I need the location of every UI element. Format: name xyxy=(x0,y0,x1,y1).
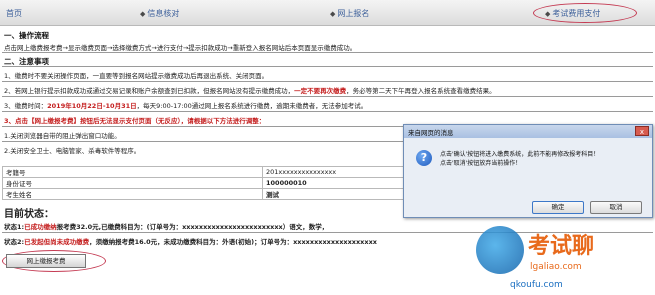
diamond-icon: ◆ xyxy=(140,10,146,18)
status-1-label: 状态1: xyxy=(4,223,25,231)
pay-exam-fee-button[interactable]: 网上缴报考费 xyxy=(6,254,86,268)
nav-pay-label: 考试费用支付 xyxy=(552,9,601,18)
note-2: 2、若网上银行提示扣款成功或通过交易记录和账户余额查到已扣款，但报名网站没有提示… xyxy=(4,85,651,95)
diamond-icon: ◆ xyxy=(545,10,551,18)
note-2-text-a: 2、若网上银行提示扣款成功或通过交易记录和账户余额查到已扣款，但报名网站没有提示… xyxy=(4,87,295,95)
status-1-text: 报考费32.0元,已缴费科目为：(订单号为：xxxxxxxxxxxxxxxxxx… xyxy=(56,223,329,231)
diamond-icon: ◆ xyxy=(330,10,336,18)
divider xyxy=(2,52,653,53)
watermark-logo-icon xyxy=(476,226,524,274)
process-text: 点击网上缴费报考费→显示缴费页面→选择缴费方式→进行支付→提示扣款成功→重新登入… xyxy=(4,44,357,52)
watermark-url-2: qkoufu.com xyxy=(510,280,563,290)
nav-home-link[interactable]: 首页 xyxy=(6,8,22,19)
dialog-title: 来自网页的消息 xyxy=(408,129,454,137)
note-3-text-a: 3、缴费时间： xyxy=(4,102,48,110)
watermark: 考试聊 lgaliao.com qkoufu.com xyxy=(470,222,655,295)
divider xyxy=(2,111,653,112)
divider xyxy=(2,66,653,67)
dialog-titlebar[interactable]: 来自网页的消息 x xyxy=(404,125,652,138)
nav-online-signup-link[interactable]: ◆ 网上报名 xyxy=(330,8,369,19)
cancel-button[interactable]: 取消 xyxy=(590,201,642,214)
nav-info-check-link[interactable]: ◆ 信息核对 xyxy=(140,8,179,19)
nav-signup-label: 网上报名 xyxy=(337,9,370,18)
note-3: 3、缴费时间：2019年10月22日-10月31日，每天9:00-17:00通过… xyxy=(4,100,651,110)
note-3-dates: 2019年10月22日-10月31日 xyxy=(47,102,137,110)
status-2-text: ，须缴纳报考费16.0元，未成功缴费科目为：外语(初始)；订单号为：xxxxxx… xyxy=(89,238,377,246)
status-2-label: 状态2: xyxy=(4,238,25,246)
table-cell-label: 考籍号 xyxy=(2,166,263,178)
dialog-message-2: 点击'取消'按钮放弃当前操作！ xyxy=(440,160,522,167)
table-cell-label: 考生姓名 xyxy=(2,188,263,200)
confirm-dialog: 来自网页的消息 x ? 点击'确认'按钮将进入缴费系统，此前不能再修改报考科目！… xyxy=(403,124,653,218)
top-navigation: 首页 ◆ 信息核对 ◆ 网上报名 ◆ 考试费用支付 xyxy=(0,0,655,26)
note-3-text-b: ，每天9:00-17:00通过网上报名系统进行缴费，逾期未缴费者，无法参加考试。 xyxy=(136,102,368,110)
note-2-text-b: ，务必等第二天下午再登入报名系统查看缴费结果。 xyxy=(346,87,496,95)
status-2-pending: 已发起但尚未成功缴费 xyxy=(24,238,90,246)
note-2-warning: 一定不要再次缴费 xyxy=(294,87,347,95)
ok-button[interactable]: 确定 xyxy=(532,201,584,214)
nav-exam-fee-payment-link[interactable]: ◆ 考试费用支付 xyxy=(545,8,600,19)
note-1: 1、缴费时不要关闭操作页面，一直要等到报名网站提示缴费成功后再退出系统、关闭页面… xyxy=(4,72,269,80)
close-icon[interactable]: x xyxy=(635,126,649,136)
divider xyxy=(2,96,653,97)
process-title: 一、操作流程 xyxy=(4,31,49,40)
nav-info-label: 信息核对 xyxy=(147,9,180,18)
question-icon: ? xyxy=(416,150,432,166)
table-cell-label: 身份证号 xyxy=(2,177,263,189)
divider xyxy=(2,81,653,82)
status-1-paid: 已成功缴纳 xyxy=(24,223,57,231)
watermark-url: lgaliao.com xyxy=(530,262,582,272)
status-title: 目前状态： xyxy=(4,209,54,220)
watermark-brand: 考试聊 xyxy=(528,234,595,259)
dialog-message-1: 点击'确认'按钮将进入缴费系统，此前不能再修改报考科目！ xyxy=(440,151,600,158)
